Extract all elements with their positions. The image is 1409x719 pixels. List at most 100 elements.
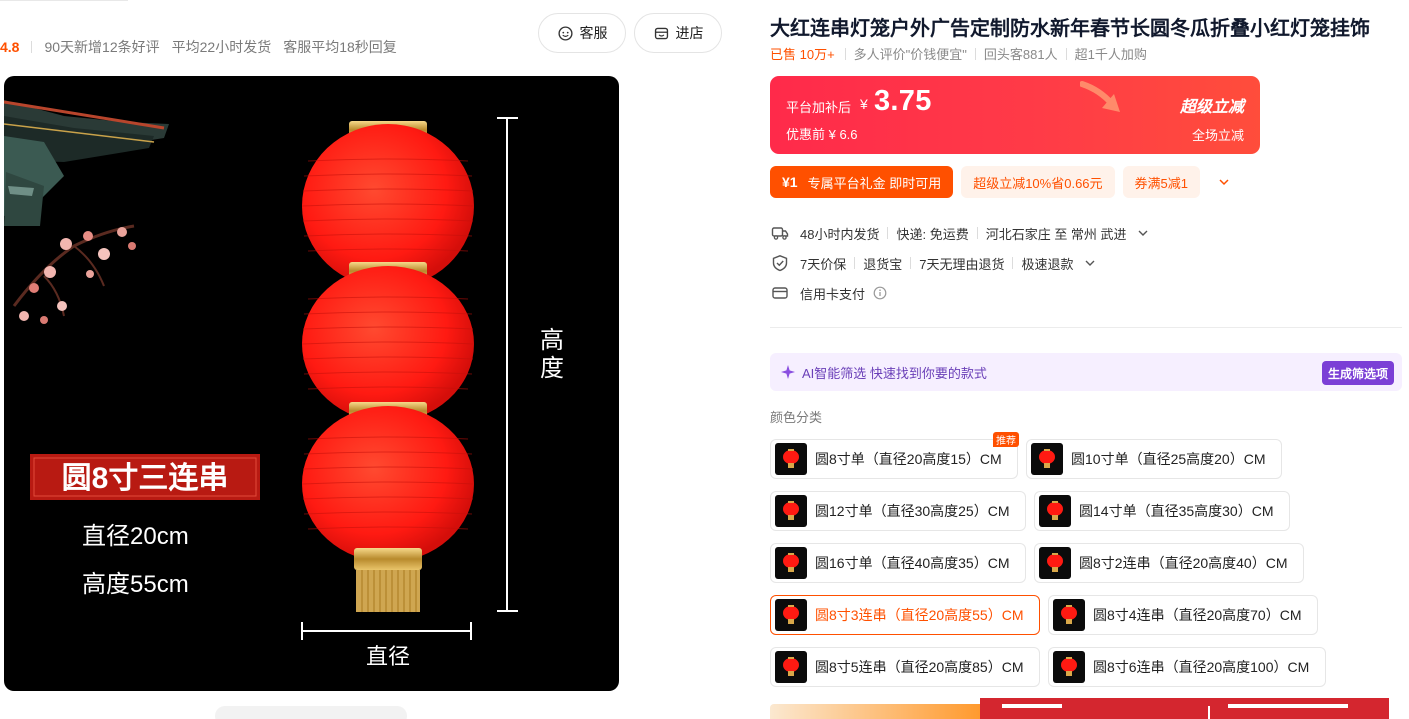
shop-stat: 平均22小时发货	[171, 39, 272, 55]
thumbnail-strip-hint[interactable]	[215, 706, 407, 719]
product-title: 大红连串灯笼户外广告定制防水新年春节长圆冬瓜折叠小红灯笼挂饰	[770, 18, 1370, 40]
sku-thumbnail	[1039, 495, 1071, 527]
sku-option-label: 圆8寸单（直径20高度15）CM	[815, 451, 1002, 467]
platform-gift-coupon[interactable]: ¥1 专属平台礼金 即时可用	[770, 166, 954, 198]
lantern-illustration: 高 度 直径 圆8寸三连串 直径20cm 高度55cm	[4, 100, 564, 669]
height-spec-text: 高度55cm	[82, 571, 189, 598]
coupon-row: ¥1 专属平台礼金 即时可用 超级立减10%省0.66元 券满5减1	[770, 166, 1234, 198]
sku-option-label: 圆8寸3连串（直径20高度55）CM	[815, 607, 1024, 623]
spec-label: 颜色分类	[770, 410, 823, 425]
top-divider	[0, 0, 128, 1]
product-main-image[interactable]: 高 度 直径 圆8寸三连串 直径20cm 高度55cm	[4, 76, 619, 691]
diameter-dimension-line	[301, 622, 472, 640]
chevron-down-icon[interactable]	[1084, 257, 1096, 269]
chevron-down-icon	[1219, 179, 1229, 186]
promo-sub-text: 全场立减	[1191, 128, 1244, 143]
shield-check-icon	[770, 253, 790, 273]
customer-service-button[interactable]: 客服	[538, 13, 626, 53]
promo-arrow-icon	[1080, 81, 1120, 112]
customer-service-label: 客服	[579, 25, 608, 41]
coupon-expand-button[interactable]	[1214, 172, 1234, 192]
chat-face-icon	[557, 25, 573, 41]
price-before-discount: 优惠前 ¥ 6.6	[786, 127, 858, 142]
sku-option[interactable]: 圆8寸4连串（直径20高度70）CM	[1048, 595, 1318, 635]
plum-blossom-decoration	[12, 224, 136, 324]
shop-stat: 90天新增12条好评	[44, 39, 160, 55]
enter-shop-button[interactable]: 进店	[634, 13, 722, 53]
sku-thumbnail	[1053, 599, 1085, 631]
meta-review-tag: 多人评价"价钱便宜"	[853, 47, 967, 62]
chevron-down-icon[interactable]	[1137, 227, 1149, 239]
return-insurance: 退货宝	[863, 256, 903, 272]
coupon-amount: ¥1	[782, 174, 798, 190]
sold-count: 已售 10万+	[770, 47, 835, 62]
price-card: 平台加补后 ¥ 3.75 优惠前 ¥ 6.6 超级立减 全场立减	[770, 76, 1260, 154]
sku-option-label: 圆8寸2连串（直径20高度40）CM	[1079, 555, 1288, 571]
sku-option-label: 圆8寸4连串（直径20高度70）CM	[1093, 607, 1302, 623]
sku-option[interactable]: 圆8寸3连串（直径20高度55）CM	[770, 595, 1040, 635]
price-currency: ¥	[860, 96, 868, 112]
sku-thumbnail	[775, 547, 807, 579]
ai-filter-bar: AI智能筛选 快速找到你要的款式 生成筛选项	[770, 353, 1402, 391]
sku-option-label: 圆14寸单（直径35高度30）CM	[1079, 503, 1274, 519]
credit-card-icon	[770, 283, 790, 303]
shop-stat: 客服平均18秒回复	[283, 39, 397, 55]
meta-cart-adds: 超1千人加购	[1074, 47, 1147, 62]
guarantee-row: 7天价保 退货宝 7天无理由退货 极速退款	[770, 253, 1096, 273]
sparkle-icon	[781, 365, 795, 379]
ai-filter-text: AI智能筛选 快速找到你要的款式	[802, 365, 987, 381]
price-protection: 7天价保	[800, 256, 847, 272]
bottom-banner	[980, 698, 1389, 719]
sku-option-label: 圆8寸6连串（直径20高度100）CM	[1093, 659, 1310, 675]
sku-thumbnail	[775, 599, 807, 631]
shop-stats-bar: 4.8 90天新增12条好评 平均22小时发货 客服平均18秒回复	[0, 36, 409, 58]
seven-day-return: 7天无理由退货	[919, 256, 1005, 272]
credit-card-payment: 信用卡支付	[800, 286, 866, 302]
height-dimension-line	[497, 117, 518, 612]
section-divider	[770, 327, 1402, 328]
sku-option-label: 圆12寸单（直径30高度25）CM	[815, 503, 1010, 519]
price-label: 平台加补后	[786, 100, 852, 115]
payment-row: 信用卡支付	[770, 283, 887, 303]
roof-eaves-decoration	[4, 100, 169, 226]
sku-thumbnail	[1053, 651, 1085, 683]
sku-option[interactable]: 圆16寸单（直径40高度35）CM	[770, 543, 1026, 583]
coupon-tag[interactable]: 超级立减10%省0.66元	[961, 166, 1115, 198]
sku-option[interactable]: 圆8寸5连串（直径20高度85）CM	[770, 647, 1040, 687]
truck-icon	[770, 223, 790, 243]
height-axis-label-1: 高	[540, 327, 564, 354]
sku-thumbnail	[775, 651, 807, 683]
generate-filter-button[interactable]: 生成筛选项	[1321, 361, 1394, 385]
sku-thumbnail	[1031, 443, 1063, 475]
sku-option[interactable]: 圆8寸2连串（直径20高度40）CM	[1034, 543, 1304, 583]
shipping-row: 48小时内发货 快递: 免运费 河北石家庄 至 常州 武进	[770, 223, 1149, 243]
shipping-fee: 快递: 免运费	[896, 226, 969, 242]
recommend-badge: 推荐	[993, 432, 1019, 447]
sku-thumbnail	[775, 443, 807, 475]
sku-option-label: 圆8寸5连串（直径20高度85）CM	[815, 659, 1024, 675]
price-amount: 3.75	[874, 85, 932, 117]
diameter-axis-label: 直径	[366, 644, 410, 669]
sku-option[interactable]: 圆12寸单（直径30高度25）CM	[770, 491, 1026, 531]
diameter-spec-text: 直径20cm	[82, 523, 189, 550]
product-meta: 已售 10万+ 多人评价"价钱便宜" 回头客881人 超1千人加购	[770, 44, 1155, 63]
shop-rating: 4.8	[0, 39, 20, 55]
shop-icon	[654, 27, 668, 39]
shipping-route[interactable]: 河北石家庄 至 常州 武进	[986, 224, 1127, 243]
sku-option[interactable]: 圆10寸单（直径25高度20）CM	[1026, 439, 1282, 479]
info-icon[interactable]	[873, 286, 887, 300]
height-axis-label-2: 度	[540, 355, 564, 382]
sku-option[interactable]: 圆14寸单（直径35高度30）CM	[1034, 491, 1290, 531]
sku-option[interactable]: 圆8寸单（直径20高度15）CM 推荐	[770, 432, 1019, 479]
lantern-string	[301, 121, 475, 612]
fast-refund[interactable]: 极速退款	[1021, 254, 1073, 273]
sku-option-label: 圆16寸单（直径40高度35）CM	[815, 555, 1010, 571]
sku-thumbnail	[1039, 547, 1071, 579]
coupon-tag[interactable]: 券满5减1	[1122, 166, 1200, 198]
sku-thumbnail	[775, 495, 807, 527]
sku-option[interactable]: 圆8寸6连串（直径20高度100）CM	[1048, 647, 1326, 687]
bottom-left-banner	[770, 704, 980, 719]
coupon-text: 专属平台礼金 即时可用	[807, 175, 942, 191]
lantern-tassel	[356, 570, 420, 612]
shipping-time: 48小时内发货	[800, 226, 880, 242]
